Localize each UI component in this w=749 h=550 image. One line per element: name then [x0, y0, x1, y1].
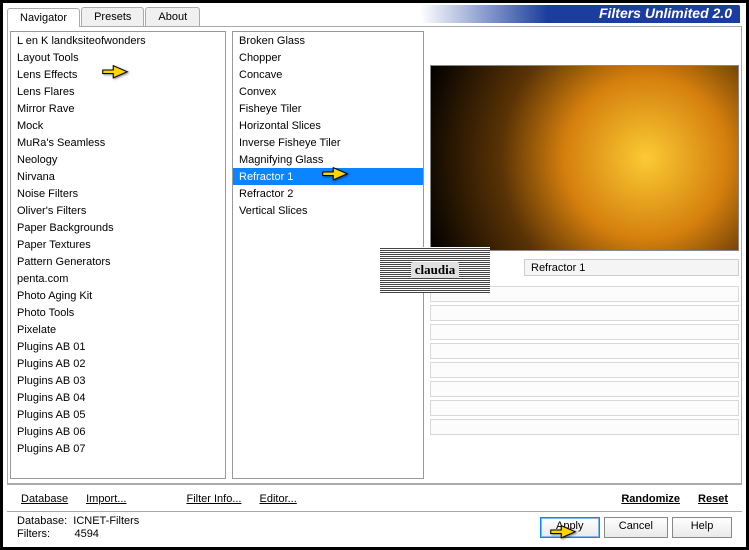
list-item[interactable]: Fisheye Tiler [233, 100, 423, 117]
list-item[interactable]: Nirvana [11, 168, 225, 185]
list-item[interactable]: Plugins AB 03 [11, 372, 225, 389]
list-item[interactable]: Pixelate [11, 321, 225, 338]
import-button[interactable]: Import... [80, 491, 132, 507]
slider-5[interactable] [430, 362, 739, 378]
list-item[interactable]: Mirror Rave [11, 100, 225, 117]
list-item[interactable]: Plugins AB 07 [11, 440, 225, 457]
slider-7[interactable] [430, 400, 739, 416]
status-info: Database: ICNET-Filters Filters: 4594 [17, 515, 536, 541]
list-item[interactable]: Oliver's Filters [11, 202, 225, 219]
tab-navigator[interactable]: Navigator [7, 8, 80, 27]
app-window: Filters Unlimited 2.0 Navigator Presets … [3, 3, 746, 547]
watermark-text: claudia [411, 262, 459, 278]
list-item[interactable]: Plugins AB 06 [11, 423, 225, 440]
list-item[interactable]: Convex [233, 83, 423, 100]
list-item[interactable]: Horizontal Slices [233, 117, 423, 134]
list-item[interactable]: Photo Tools [11, 304, 225, 321]
list-item[interactable]: Magnifying Glass [233, 151, 423, 168]
filter-info-button[interactable]: Filter Info... [180, 491, 247, 507]
cancel-button[interactable]: Cancel [604, 517, 668, 538]
tab-about[interactable]: About [145, 7, 200, 26]
db-name: ICNET-Filters [73, 515, 139, 527]
tab-presets[interactable]: Presets [81, 7, 144, 26]
list-item[interactable]: Refractor 1 [233, 168, 423, 185]
list-item[interactable]: Mock [11, 117, 225, 134]
category-list[interactable]: L en K landksiteofwondersLayout ToolsLen… [10, 31, 226, 479]
list-item[interactable]: Broken Glass [233, 32, 423, 49]
list-item[interactable]: Vertical Slices [233, 202, 423, 219]
list-item[interactable]: Lens Flares [11, 83, 225, 100]
list-item[interactable]: Plugins AB 04 [11, 389, 225, 406]
filter-name-field: Refractor 1 [524, 259, 739, 276]
list-item[interactable]: Neology [11, 151, 225, 168]
apply-button[interactable]: Apply [540, 517, 600, 538]
list-item[interactable]: Plugins AB 05 [11, 406, 225, 423]
slider-4[interactable] [430, 343, 739, 359]
list-item[interactable]: Paper Textures [11, 236, 225, 253]
list-item[interactable]: Photo Aging Kit [11, 287, 225, 304]
randomize-button[interactable]: Randomize [615, 491, 686, 507]
list-item[interactable]: MuRa's Seamless [11, 134, 225, 151]
list-item[interactable]: Noise Filters [11, 185, 225, 202]
db-label: Database: [17, 515, 67, 527]
watermark-overlay: claudia [380, 247, 490, 293]
title-bar: Filters Unlimited 2.0 [420, 5, 740, 23]
status-bar: Database: ICNET-Filters Filters: 4594 Ap… [7, 511, 742, 543]
list-item[interactable]: Chopper [233, 49, 423, 66]
editor-button[interactable]: Editor... [253, 491, 302, 507]
slider-stack [430, 282, 739, 479]
list-item[interactable]: Layout Tools [11, 49, 225, 66]
list-item[interactable]: L en K landksiteofwonders [11, 32, 225, 49]
list-item[interactable]: Concave [233, 66, 423, 83]
preview-pane: claudia Refractor 1 [430, 31, 739, 479]
toolbar: Database Import... Filter Info... Editor… [7, 484, 742, 511]
slider-6[interactable] [430, 381, 739, 397]
slider-2[interactable] [430, 305, 739, 321]
category-column: L en K landksiteofwondersLayout ToolsLen… [10, 31, 226, 479]
list-item[interactable]: Plugins AB 01 [11, 338, 225, 355]
list-item[interactable]: Lens Effects [11, 66, 225, 83]
filters-count: 4594 [74, 528, 98, 540]
reset-button[interactable]: Reset [692, 491, 734, 507]
slider-3[interactable] [430, 324, 739, 340]
list-item[interactable]: penta.com [11, 270, 225, 287]
preview-image [430, 65, 739, 251]
list-item[interactable]: Paper Backgrounds [11, 219, 225, 236]
database-button[interactable]: Database [15, 491, 74, 507]
list-item[interactable]: Plugins AB 02 [11, 355, 225, 372]
filters-label: Filters: [17, 528, 50, 540]
list-item[interactable]: Inverse Fisheye Tiler [233, 134, 423, 151]
slider-8[interactable] [430, 419, 739, 435]
list-item[interactable]: Pattern Generators [11, 253, 225, 270]
main-content: L en K landksiteofwondersLayout ToolsLen… [7, 27, 742, 484]
list-item[interactable]: Refractor 2 [233, 185, 423, 202]
help-button[interactable]: Help [672, 517, 732, 538]
